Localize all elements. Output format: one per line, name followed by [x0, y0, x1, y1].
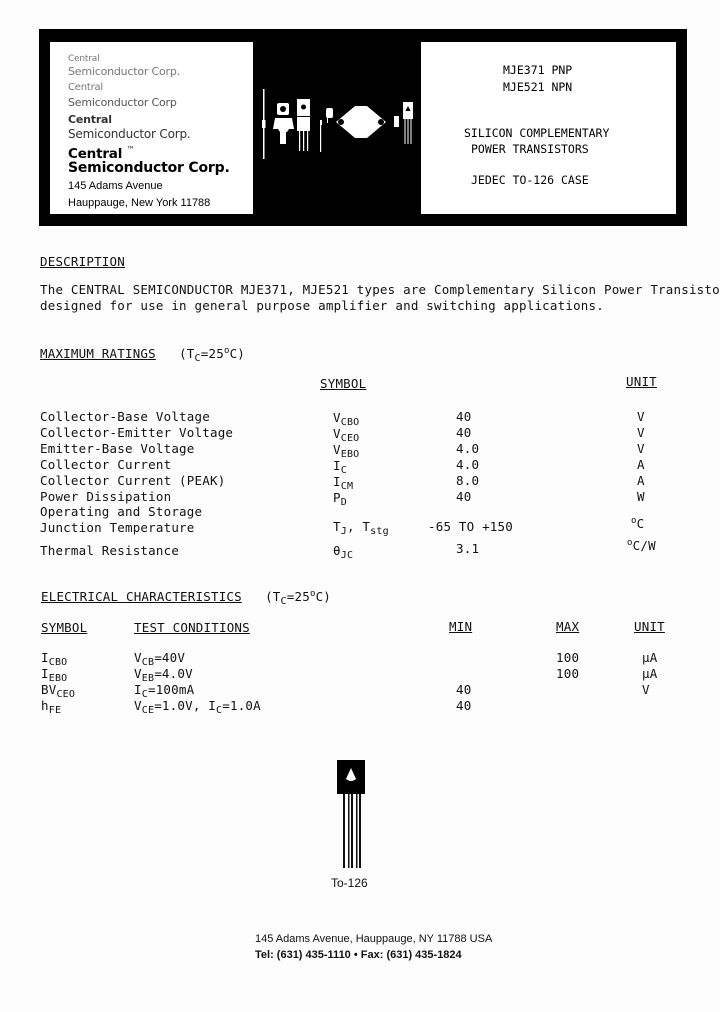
temp-symbol: TJ, Tstg [333, 519, 389, 537]
header-banner: Central Semiconductor Corp. Central Semi… [39, 29, 687, 226]
logo-ghost-line: Semiconductor Corp. [68, 127, 191, 141]
max-rating-unit: V [637, 425, 645, 440]
logo-ghost-line: Central [68, 54, 100, 64]
max-rating-param: Collector Current (PEAK) [40, 473, 226, 488]
thermal-unit: oC/W [627, 538, 656, 553]
max-rating-value: 40 [456, 409, 472, 424]
description-heading: DESCRIPTION [40, 254, 125, 269]
transistor-packages-illustration [262, 89, 413, 159]
electrical-condition: (TC=25oC) [265, 589, 332, 607]
max-ratings-heading: MAXIMUM RATINGS [40, 346, 156, 361]
electrical-col-unit: UNIT [634, 619, 665, 634]
electrical-title: ELECTRICAL CHARACTERISTICS (TC=25oC) [41, 589, 331, 607]
max-rating-param: Collector Current [40, 457, 172, 472]
max-rating-value: 8.0 [456, 473, 480, 488]
thermal-value: 3.1 [456, 541, 480, 556]
to-220-package-icon [297, 99, 310, 151]
temp-value: -65 TO +150 [428, 519, 513, 534]
max-ratings-title: MAXIMUM RATINGS (TC=25oC) [40, 346, 245, 364]
company-name-line2: Semiconductor Corp. [68, 160, 230, 176]
max-rating-value: 40 [456, 489, 472, 504]
lead-icon [320, 120, 322, 152]
lead-wire-icon [262, 89, 266, 159]
max-rating-param: Collector-Base Voltage [40, 409, 210, 424]
to-3-can-package-icon [336, 106, 386, 138]
max-rating-unit: V [637, 441, 645, 456]
description-line2: designed for use in general purpose ampl… [40, 298, 604, 313]
electrical-unit: µA [642, 666, 658, 681]
temp-unit: oC [631, 516, 645, 531]
trademark-mark: ™ [126, 145, 135, 154]
logo-ghost-line: Semiconductor Corp [68, 96, 177, 109]
max-rating-param: Power Dissipation [40, 489, 172, 504]
max-rating-unit: W [637, 489, 645, 504]
case-type: JEDEC TO-126 CASE [471, 173, 589, 187]
to-126-package-drawing [337, 760, 365, 868]
description-line1: The CENTRAL SEMICONDUCTOR MJE371, MJE521… [40, 282, 720, 297]
electrical-unit: µA [642, 650, 658, 665]
max-ratings-col-unit: UNIT [626, 374, 657, 389]
electrical-col-conditions: TEST CONDITIONS [134, 620, 250, 635]
part-number-npn: MJE521 NPN [503, 80, 573, 94]
footer-contact: Tel: (631) 435-1110 • Fax: (631) 435-182… [255, 949, 462, 961]
electrical-symbol: hFE [41, 698, 62, 716]
electrical-min: 40 [456, 698, 472, 713]
product-subtitle-line2: POWER TRANSISTORS [471, 142, 589, 156]
temp-param-line2: Junction Temperature [40, 520, 195, 535]
small-tab-icon [394, 116, 399, 127]
logo-ghost-line: Central [68, 113, 112, 126]
thermal-symbol: θJC [333, 543, 354, 561]
max-rating-symbol: PD [333, 490, 347, 508]
to-220-stud-package-icon [273, 103, 294, 144]
electrical-max: 100 [556, 650, 580, 665]
max-rating-value: 4.0 [456, 441, 480, 456]
package-label: To-126 [331, 876, 368, 890]
max-ratings-condition: (TC=25oC) [179, 346, 246, 364]
logo-ghost-line: Central [68, 82, 104, 93]
max-ratings-col-symbol: SYMBOL [320, 376, 367, 391]
part-info-box: MJE371 PNP MJE521 NPN SILICON COMPLEMENT… [421, 42, 676, 214]
to-126-package-icon [403, 102, 413, 144]
max-rating-value: 4.0 [456, 457, 480, 472]
max-rating-unit: A [637, 473, 645, 488]
electrical-unit: V [642, 682, 650, 697]
footer-address: 145 Adams Avenue, Hauppauge, NY 11788 US… [255, 933, 493, 945]
product-subtitle-line1: SILICON COMPLEMENTARY [464, 126, 610, 140]
electrical-col-min: MIN [449, 619, 473, 634]
max-rating-param: Emitter-Base Voltage [40, 441, 195, 456]
lead-pins [343, 794, 361, 868]
electrical-heading: ELECTRICAL CHARACTERISTICS [41, 589, 242, 604]
company-logo-box: Central Semiconductor Corp. Central Semi… [50, 42, 253, 214]
max-rating-unit: A [637, 457, 645, 472]
small-package-icon [326, 108, 333, 123]
electrical-max: 100 [556, 666, 580, 681]
thermal-param: Thermal Resistance [40, 543, 180, 558]
logo-ghost-line: Semiconductor Corp. [68, 65, 180, 78]
max-rating-param: Collector-Emitter Voltage [40, 425, 234, 440]
electrical-col-symbol: SYMBOL [41, 620, 88, 635]
electrical-test-condition: VCE=1.0V, IC=1.0A [134, 698, 261, 716]
company-address-line1: 145 Adams Avenue [68, 180, 163, 192]
temp-param-line1: Operating and Storage [40, 504, 203, 519]
part-number-pnp: MJE371 PNP [503, 63, 573, 77]
company-address-line2: Hauppauge, New York 11788 [68, 197, 211, 209]
max-rating-unit: V [637, 409, 645, 424]
max-rating-value: 40 [456, 425, 472, 440]
electrical-col-max: MAX [556, 619, 580, 634]
electrical-min: 40 [456, 682, 472, 697]
